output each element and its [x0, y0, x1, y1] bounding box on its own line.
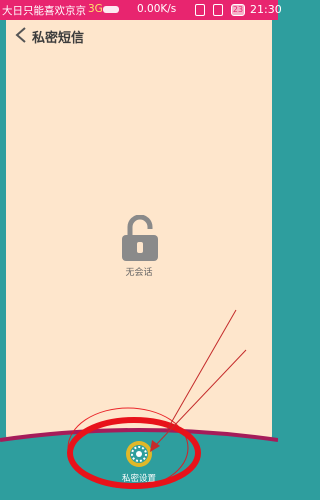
- sim-icon: [195, 4, 205, 16]
- gear-icon[interactable]: [125, 440, 153, 468]
- settings-label[interactable]: 私密设置: [0, 472, 278, 484]
- unlock-icon: [122, 215, 158, 261]
- notification-badge: 23: [231, 4, 245, 16]
- network-speed: 0.00K/s: [137, 3, 177, 15]
- page-title: 私密短信: [32, 31, 85, 46]
- network-type: 3G: [88, 3, 103, 15]
- clock: 21:30: [250, 3, 282, 16]
- status-bar: 大日只能喜欢京京 3G 0.00K/s 23 21:30: [0, 0, 282, 20]
- chevron-left-icon[interactable]: [14, 26, 28, 44]
- carrier-text: 大日只能喜欢京京: [2, 5, 86, 17]
- wifi-icon: [213, 4, 223, 16]
- empty-state-text: 无会话: [125, 268, 153, 278]
- signal-dots-icon: [103, 6, 119, 13]
